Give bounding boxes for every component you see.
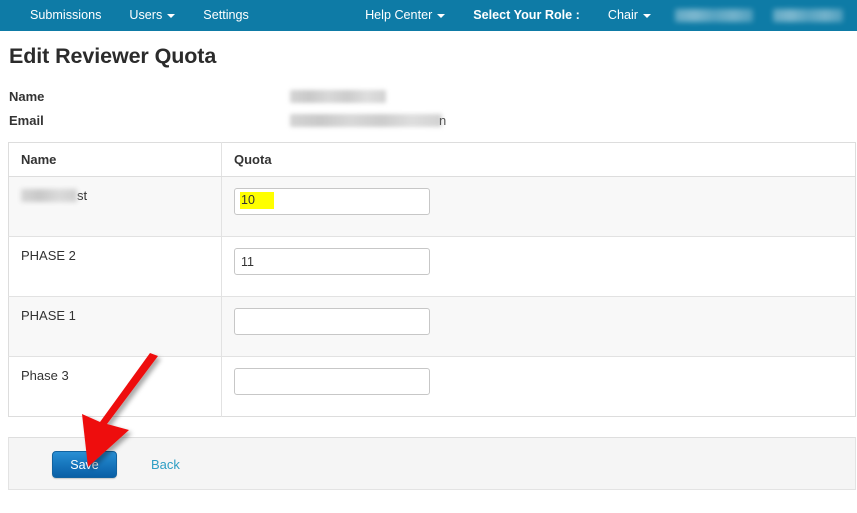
column-header-name: Name	[8, 142, 222, 177]
table-row: PHASE 2	[8, 236, 856, 297]
reviewer-email-row: Email n	[9, 113, 629, 128]
row-name-cell: Phase 3	[8, 356, 222, 417]
row-name-blur-block	[21, 189, 77, 202]
page-title: Edit Reviewer Quota	[9, 44, 217, 68]
reviewer-quota-table: Name Quota st 10 PHASE 2 11 PHASE 1 Phas…	[8, 142, 856, 417]
nav-item-help-center-label: Help Center	[365, 8, 433, 22]
row-name-cell: PHASE 1	[8, 296, 222, 357]
top-navbar: Submissions Users Settings Help Center S…	[0, 0, 857, 31]
table-body: st 10 PHASE 2 PHASE 1 Phase 3	[8, 176, 856, 417]
chevron-down-icon	[167, 13, 176, 18]
row-name-visible-tail: st	[77, 188, 88, 203]
nav-item-settings[interactable]: Settings	[189, 0, 263, 31]
navbar-left-group: Submissions Users Settings	[16, 0, 263, 31]
column-header-quota: Quota	[221, 142, 856, 177]
nav-item-submissions[interactable]: Submissions	[16, 0, 115, 31]
nav-item-submissions-label: Submissions	[30, 8, 102, 22]
quota-input[interactable]	[234, 248, 430, 275]
nav-item-users[interactable]: Users	[115, 0, 189, 31]
row-quota-cell: 10	[221, 176, 856, 237]
chevron-down-icon	[437, 13, 446, 18]
reviewer-email-label: Email	[9, 113, 44, 128]
quota-input[interactable]	[234, 308, 430, 335]
back-link[interactable]: Back	[151, 457, 180, 472]
select-your-role-label: Select Your Role :	[473, 8, 580, 22]
quota-input[interactable]	[234, 188, 430, 215]
row-name-cell: st	[8, 176, 222, 237]
table-row: Phase 3	[8, 356, 856, 417]
nav-item-role-chair-label: Chair	[607, 8, 638, 22]
nav-item-role-chair[interactable]: Chair	[594, 0, 665, 31]
row-quota-cell	[222, 357, 856, 417]
nav-item-settings-label: Settings	[203, 8, 249, 22]
row-quota-cell	[221, 296, 856, 357]
navbar-redacted-item-1[interactable]	[675, 9, 753, 22]
reviewer-email-value-redacted	[290, 114, 442, 127]
table-row: PHASE 1	[8, 296, 856, 357]
reviewer-name-row: Name	[9, 89, 629, 104]
row-quota-cell	[221, 236, 856, 297]
table-header: Name Quota	[8, 142, 856, 177]
reviewer-name-value-redacted	[290, 90, 386, 103]
table-header-row: Name Quota	[8, 142, 856, 177]
reviewer-name-label: Name	[9, 89, 45, 104]
navbar-right-group: Help Center Select Your Role : Chair	[351, 0, 857, 31]
table-row: st 10	[8, 176, 856, 237]
navbar-redacted-item-2[interactable]	[773, 9, 843, 22]
quota-input[interactable]	[234, 368, 430, 395]
save-button[interactable]: Save	[52, 451, 117, 478]
nav-item-help-center[interactable]: Help Center	[351, 0, 459, 31]
row-name-redacted	[21, 188, 77, 203]
row-name-cell: PHASE 2	[8, 236, 222, 297]
quota-input-shell: 10	[234, 188, 430, 215]
reviewer-email-visible-tail: n	[439, 113, 447, 128]
nav-item-users-label: Users	[129, 8, 163, 22]
form-actions-panel	[8, 437, 856, 490]
chevron-down-icon	[643, 13, 651, 18]
